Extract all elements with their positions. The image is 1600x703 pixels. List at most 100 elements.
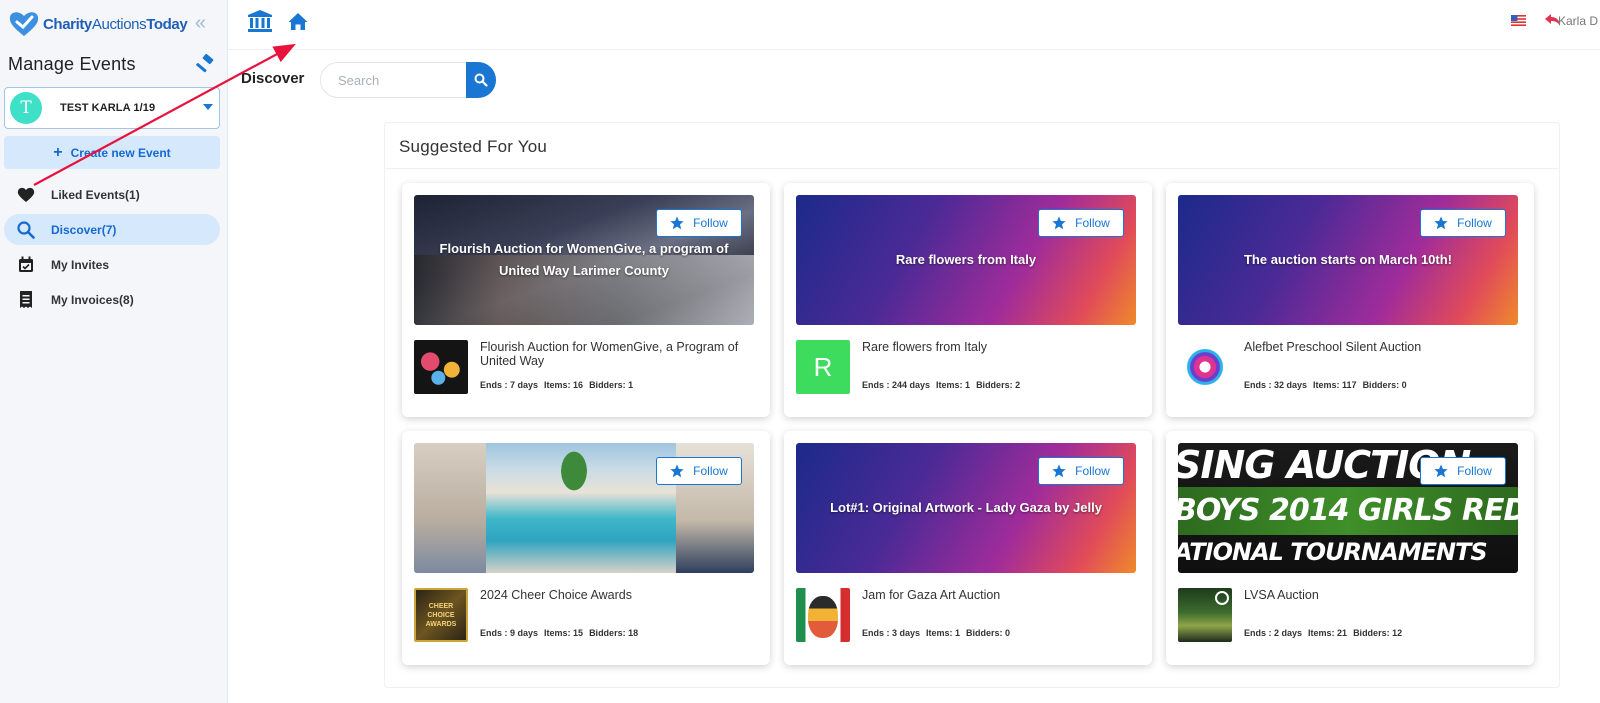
auction-card-image[interactable]: Follow xyxy=(414,443,754,573)
follow-label: Follow xyxy=(1457,464,1492,478)
auction-bidders: Bidders: 0 xyxy=(966,628,1011,638)
auction-items: Items: 117 xyxy=(1313,380,1357,390)
auction-ends: Ends : 3 days xyxy=(862,628,921,638)
event-avatar: T xyxy=(10,92,42,124)
follow-label: Follow xyxy=(693,216,728,230)
auction-card[interactable]: Follow CHEER CHOICE AWARDS 2024 Cheer Ch… xyxy=(402,431,770,665)
auction-card-image[interactable]: SING AUCTION BOYS 2014 GIRLS RED ATIONAL… xyxy=(1178,443,1518,573)
auction-thumbnail xyxy=(796,588,850,642)
auction-bidders: Bidders: 12 xyxy=(1353,628,1403,638)
auction-ends: Ends : 9 days xyxy=(480,628,539,638)
search-box xyxy=(320,62,496,98)
gavel-icon[interactable] xyxy=(196,54,218,76)
search-button[interactable] xyxy=(466,62,496,98)
auction-card[interactable]: The auction starts on March 10th! Follow… xyxy=(1166,183,1534,417)
banner-line: BOYS 2014 GIRLS RED xyxy=(1178,493,1518,528)
app-logo[interactable]: CharityAuctionsToday « xyxy=(8,8,220,40)
auction-stats: Ends : 2 days Items: 21 Bidders: 12 xyxy=(1244,628,1408,638)
auction-card[interactable]: Lot#1: Original Artwork - Lady Gaza by J… xyxy=(784,431,1152,665)
follow-label: Follow xyxy=(1457,216,1492,230)
star-icon xyxy=(1434,464,1448,478)
follow-label: Follow xyxy=(693,464,728,478)
collapse-sidebar-icon[interactable]: « xyxy=(195,11,206,35)
auction-items: Items: 1 xyxy=(936,380,971,390)
follow-button[interactable]: Follow xyxy=(1038,209,1124,237)
auction-ends: Ends : 7 days xyxy=(480,380,539,390)
follow-label: Follow xyxy=(1075,464,1110,478)
bank-icon[interactable] xyxy=(248,10,272,32)
auction-ends: Ends : 32 days xyxy=(1244,380,1308,390)
home-icon[interactable] xyxy=(288,12,308,32)
star-icon xyxy=(670,216,684,230)
sidebar-item-my-invoices[interactable]: My Invoices(8) xyxy=(4,284,220,315)
logo-text: CharityAuctionsToday xyxy=(43,15,188,33)
auction-thumbnail: CHEER CHOICE AWARDS xyxy=(414,588,468,642)
top-bar: Karla D xyxy=(228,0,1600,50)
star-icon xyxy=(670,464,684,478)
auction-thumbnail: R xyxy=(796,340,850,394)
auction-title[interactable]: Rare flowers from Italy xyxy=(862,340,1138,354)
user-name[interactable]: Karla D xyxy=(1558,14,1598,28)
auction-stats: Ends : 7 days Items: 16 Bidders: 1 xyxy=(480,380,639,390)
search-icon xyxy=(16,220,36,240)
us-flag-icon[interactable] xyxy=(1511,15,1526,26)
star-icon xyxy=(1052,216,1066,230)
create-new-event-button[interactable]: + Create new Event xyxy=(4,136,220,169)
auction-title[interactable]: LVSA Auction xyxy=(1244,588,1520,602)
sidebar-item-discover[interactable]: Discover(7) xyxy=(4,214,220,245)
star-icon xyxy=(1052,464,1066,478)
auction-title[interactable]: Jam for Gaza Art Auction xyxy=(862,588,1138,602)
auction-card[interactable]: Flourish Auction for WomenGive, a progra… xyxy=(402,183,770,417)
receipt-icon xyxy=(16,290,36,310)
auction-thumbnail xyxy=(1178,588,1232,642)
auction-title[interactable]: 2024 Cheer Choice Awards xyxy=(480,588,756,602)
sidebar-item-label: My Invoices(8) xyxy=(51,292,134,307)
heart-icon xyxy=(16,185,36,205)
auction-stats: Ends : 3 days Items: 1 Bidders: 0 xyxy=(862,628,1016,638)
auction-items: Items: 1 xyxy=(926,628,961,638)
auction-card-image[interactable]: Flourish Auction for WomenGive, a progra… xyxy=(414,195,754,325)
sidebar-item-my-invites[interactable]: My Invites xyxy=(4,249,220,280)
thumbnail-text: CHEER CHOICE AWARDS xyxy=(425,602,457,628)
auction-card-image[interactable]: Lot#1: Original Artwork - Lady Gaza by J… xyxy=(796,443,1136,573)
follow-button[interactable]: Follow xyxy=(656,209,742,237)
auction-card-image[interactable]: Rare flowers from Italy Follow xyxy=(796,195,1136,325)
auction-title[interactable]: Flourish Auction for WomenGive, a Progra… xyxy=(480,340,756,368)
search-input[interactable] xyxy=(321,63,461,97)
event-select-dropdown[interactable]: T TEST KARLA 1/19 xyxy=(4,87,220,129)
follow-button[interactable]: Follow xyxy=(1420,457,1506,485)
auction-ends: Ends : 244 days xyxy=(862,380,931,390)
banner-line: ATIONAL TOURNAMENTS xyxy=(1178,538,1488,566)
auction-card-image[interactable]: The auction starts on March 10th! Follow xyxy=(1178,195,1518,325)
star-icon xyxy=(1434,216,1448,230)
auction-bidders: Bidders: 18 xyxy=(589,628,639,638)
plus-icon: + xyxy=(53,143,63,161)
calendar-check-icon xyxy=(16,255,36,275)
auction-bidders: Bidders: 0 xyxy=(1362,380,1407,390)
search-icon xyxy=(474,73,488,87)
panel-title: Suggested For You xyxy=(399,137,548,156)
follow-label: Follow xyxy=(1075,216,1110,230)
follow-button[interactable]: Follow xyxy=(1420,209,1506,237)
divider xyxy=(385,168,1559,169)
auction-bidders: Bidders: 1 xyxy=(589,380,634,390)
auction-thumbnail xyxy=(1178,340,1232,394)
chevron-down-icon xyxy=(203,104,213,110)
manage-events-title: Manage Events xyxy=(8,54,136,74)
sidebar-item-label: Liked Events(1) xyxy=(51,187,140,202)
page-title: Discover xyxy=(241,70,305,87)
sidebar-item-liked-events[interactable]: Liked Events(1) xyxy=(4,179,220,210)
heart-logo-icon xyxy=(9,12,39,36)
auction-card[interactable]: SING AUCTION BOYS 2014 GIRLS RED ATIONAL… xyxy=(1166,431,1534,665)
auction-stats: Ends : 244 days Items: 1 Bidders: 2 xyxy=(862,380,1026,390)
auction-items: Items: 15 xyxy=(544,628,584,638)
auction-title[interactable]: Alefbet Preschool Silent Auction xyxy=(1244,340,1520,354)
create-new-event-label: Create new Event xyxy=(70,145,171,160)
auction-items: Items: 16 xyxy=(544,380,584,390)
auction-card[interactable]: Rare flowers from Italy Follow R Rare fl… xyxy=(784,183,1152,417)
auction-ends: Ends : 2 days xyxy=(1244,628,1303,638)
auction-items: Items: 21 xyxy=(1308,628,1348,638)
follow-button[interactable]: Follow xyxy=(656,457,742,485)
follow-button[interactable]: Follow xyxy=(1038,457,1124,485)
sidebar-item-label: Discover(7) xyxy=(51,222,117,237)
